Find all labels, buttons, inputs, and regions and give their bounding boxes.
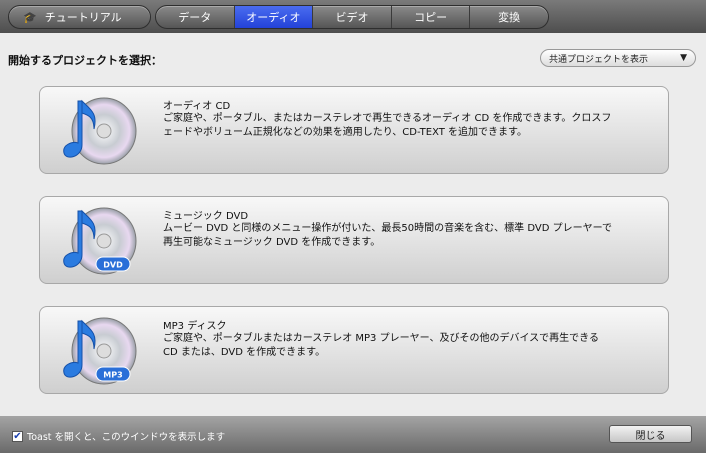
music-disc-icon: DVD (63, 207, 137, 275)
project-filter-dropdown[interactable]: 共通プロジェクトを表示 ▼ (540, 49, 696, 67)
project-description: ご家庭や、ポータブルまたはカーステレオ MP3 プレーヤー、及びその他のデバイス… (163, 333, 599, 358)
music-disc-icon (63, 97, 137, 165)
project-title: オーディオ CD (163, 101, 231, 112)
close-button[interactable]: 閉じる (609, 425, 692, 443)
badge-label: MP3 (103, 371, 122, 380)
checkmark-icon[interactable]: ✔ (12, 430, 23, 442)
tab-convert[interactable]: 変換 (470, 6, 548, 28)
tab-data[interactable]: データ (156, 6, 235, 28)
music-disc-icon: MP3 (63, 317, 137, 385)
tab-copy[interactable]: コピー (392, 6, 471, 28)
footer: ✔ Toast を開くと、このウインドウを表示します 閉じる (0, 416, 706, 453)
project-card-mp3-disc[interactable]: MP3 MP3 ディスク ご家庭や、ポータブルまたはカーステレオ MP3 プレー… (39, 306, 669, 394)
chevron-down-icon: ▼ (680, 53, 687, 63)
project-description: ご家庭や、ポータブル、またはカーステレオで再生できるオーディオ CD を作成でき… (163, 113, 612, 138)
tutorial-button[interactable]: 🎓 チュートリアル (8, 5, 151, 29)
category-tabs: データ オーディオ ビデオ コピー 変換 (155, 5, 549, 29)
project-description: ムービー DVD と同様のメニュー操作が付いた、最長50時間の音楽を含む、標準 … (163, 223, 612, 248)
project-title: MP3 ディスク (163, 321, 227, 332)
tab-audio[interactable]: オーディオ (234, 6, 314, 28)
badge-label: DVD (103, 261, 123, 270)
select-project-label: 開始するプロジェクトを選択： (8, 54, 162, 67)
toolbar: 🎓 チュートリアル データ オーディオ ビデオ コピー 変換 (0, 0, 706, 33)
project-card-music-dvd[interactable]: DVD ミュージック DVD ムービー DVD と同様のメニュー操作が付いた、最… (39, 196, 669, 284)
project-card-audio-cd[interactable]: オーディオ CD ご家庭や、ポータブル、またはカーステレオで再生できるオーディオ… (39, 86, 669, 174)
show-on-open-checkbox[interactable]: ✔ Toast を開くと、このウインドウを表示します (12, 429, 225, 443)
project-title: ミュージック DVD (163, 211, 249, 222)
graduation-cap-icon: 🎓 (23, 10, 37, 24)
tab-video[interactable]: ビデオ (313, 6, 392, 28)
